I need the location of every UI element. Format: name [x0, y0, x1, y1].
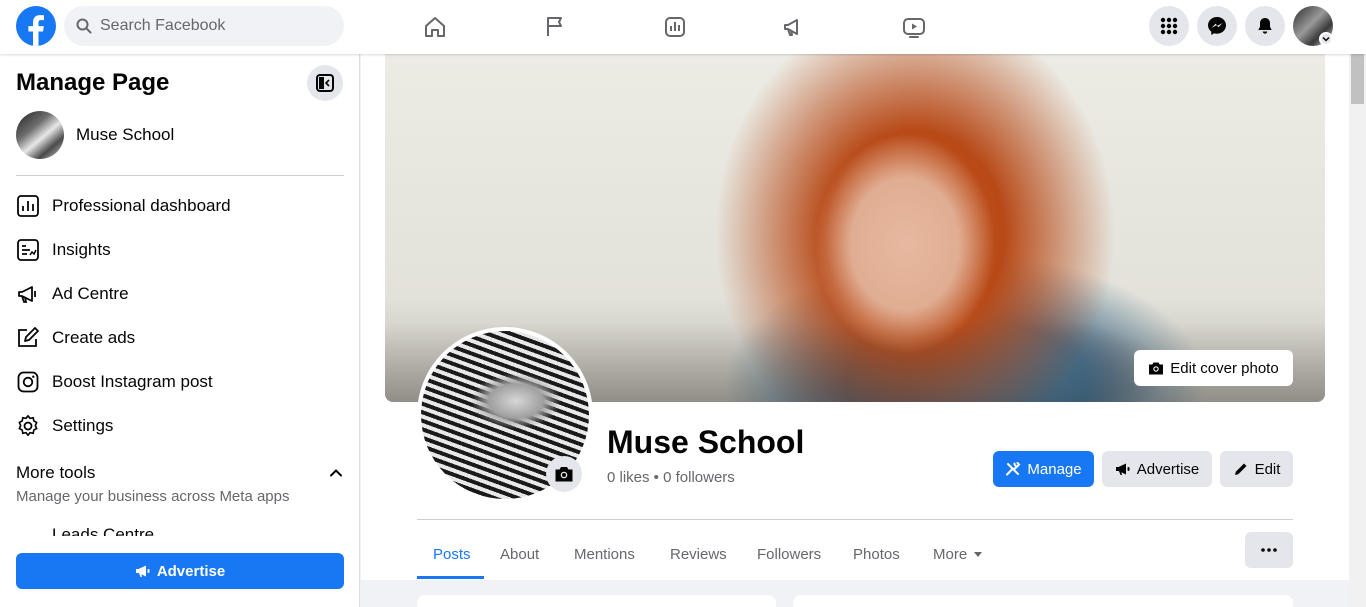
sidebar-item-label: Leads Centre [52, 525, 155, 536]
sidebar-item-create-ads[interactable]: Create ads [16, 318, 344, 358]
pages-nav-button[interactable] [535, 8, 575, 46]
account-menu-caret[interactable] [1319, 32, 1333, 46]
pencil-icon [1234, 463, 1247, 475]
ads-nav-button[interactable] [774, 8, 814, 46]
caret-down-icon [974, 552, 983, 557]
messenger-icon [1208, 17, 1226, 35]
sidebar-item-leads-centre[interactable]: Leads Centre [16, 525, 344, 536]
gear-icon [16, 414, 40, 438]
more-options-button[interactable] [1245, 532, 1293, 568]
more-tools-subtitle: Manage your business across Meta apps [16, 488, 290, 505]
notifications-icon [1258, 18, 1272, 34]
header-divider [417, 519, 1293, 520]
edit-cover-photo-button[interactable]: Edit cover photo [1134, 350, 1293, 386]
sidebar-divider [16, 175, 344, 176]
menu-grid-icon [1160, 17, 1178, 35]
notifications-button[interactable] [1245, 6, 1285, 46]
sidebar-item-boost-instagram-post[interactable]: Boost Instagram post [16, 362, 344, 402]
tab-more-label: More [933, 545, 968, 563]
camera-icon [555, 467, 573, 482]
megaphone-icon [784, 19, 798, 36]
advertise-button[interactable]: Advertise [1102, 451, 1212, 487]
sidebar-item-insights[interactable]: Insights [16, 230, 344, 270]
chevron-down-icon [1322, 36, 1330, 42]
edit-label: Edit [1254, 460, 1281, 478]
content-card-right [793, 595, 1293, 607]
facebook-f-icon [28, 15, 44, 46]
sidebar-item-label: Insights [52, 240, 111, 259]
sidebar-item-professional-dashboard[interactable]: Professional dashboard [16, 186, 344, 226]
facebook-logo[interactable] [16, 6, 56, 46]
instagram-icon [16, 370, 40, 394]
sidebar-advertise-button[interactable]: Advertise [16, 553, 344, 589]
search-bar[interactable] [64, 6, 344, 46]
sidebar-item-settings[interactable]: Settings [16, 406, 344, 446]
insights-nav-button[interactable] [655, 8, 695, 46]
insights-icon [16, 238, 40, 262]
insights-icon [665, 17, 685, 37]
home-icon [425, 17, 445, 37]
megaphone-icon [16, 282, 40, 306]
video-icon [903, 18, 925, 38]
tab-followers[interactable]: Followers [741, 530, 837, 578]
page-stats: 0 likes • 0 followers [607, 469, 735, 486]
collapse-sidebar-button[interactable] [307, 65, 343, 101]
tab-mentions[interactable]: Mentions [558, 530, 651, 578]
edit-button[interactable]: Edit [1220, 451, 1293, 487]
active-tab-indicator [417, 576, 484, 579]
sidebar-item-label: Ad Centre [52, 284, 129, 303]
sidebar-item-ad-centre[interactable]: Ad Centre [16, 274, 344, 314]
sidebar-page-name: Muse School [76, 125, 175, 144]
update-profile-picture-button[interactable] [546, 456, 582, 492]
page-avatar [16, 111, 64, 159]
content-card-left [417, 595, 776, 607]
top-navigation-bar [0, 0, 1366, 54]
page-title: Muse School [607, 424, 805, 460]
sidebar-item-label: Settings [52, 416, 114, 435]
home-nav-button[interactable] [415, 8, 455, 46]
sidebar-item-label: Create ads [52, 328, 136, 347]
search-input[interactable] [100, 17, 320, 35]
sidebar-title: Manage Page [16, 69, 170, 96]
edit-cover-label: Edit cover photo [1170, 359, 1279, 377]
tab-reviews[interactable]: Reviews [654, 530, 743, 578]
flag-icon [547, 17, 562, 36]
chevron-up-icon [330, 469, 342, 477]
tools-icon [1006, 462, 1021, 476]
search-icon [76, 18, 92, 34]
tab-posts[interactable]: Posts [417, 530, 487, 578]
advertise-label: Advertise [1136, 460, 1200, 478]
tab-about[interactable]: About [484, 530, 555, 578]
tab-more[interactable]: More [917, 530, 999, 578]
megaphone-icon [1115, 463, 1130, 475]
megaphone-icon [135, 565, 150, 577]
advertise-label: Advertise [156, 562, 226, 580]
sidebar-toggle-icon [316, 74, 334, 92]
manage-page-sidebar: Manage Page Muse School Professional das… [0, 54, 360, 607]
more-tools-heading[interactable]: More tools [16, 463, 95, 483]
video-nav-button[interactable] [894, 8, 934, 46]
dashboard-icon [16, 194, 40, 218]
tab-photos[interactable]: Photos [837, 530, 916, 578]
sidebar-page-profile[interactable]: Muse School [16, 111, 174, 159]
menu-button[interactable] [1149, 6, 1189, 46]
manage-button[interactable]: Manage [993, 451, 1094, 487]
sidebar-item-label: Boost Instagram post [52, 372, 213, 391]
more-dots-icon [1261, 548, 1277, 552]
messenger-button[interactable] [1197, 6, 1237, 46]
more-tools-toggle[interactable] [328, 465, 344, 481]
camera-icon [1149, 362, 1164, 375]
edit-icon [16, 326, 40, 350]
manage-label: Manage [1027, 460, 1082, 478]
sidebar-item-label: Professional dashboard [52, 196, 231, 215]
